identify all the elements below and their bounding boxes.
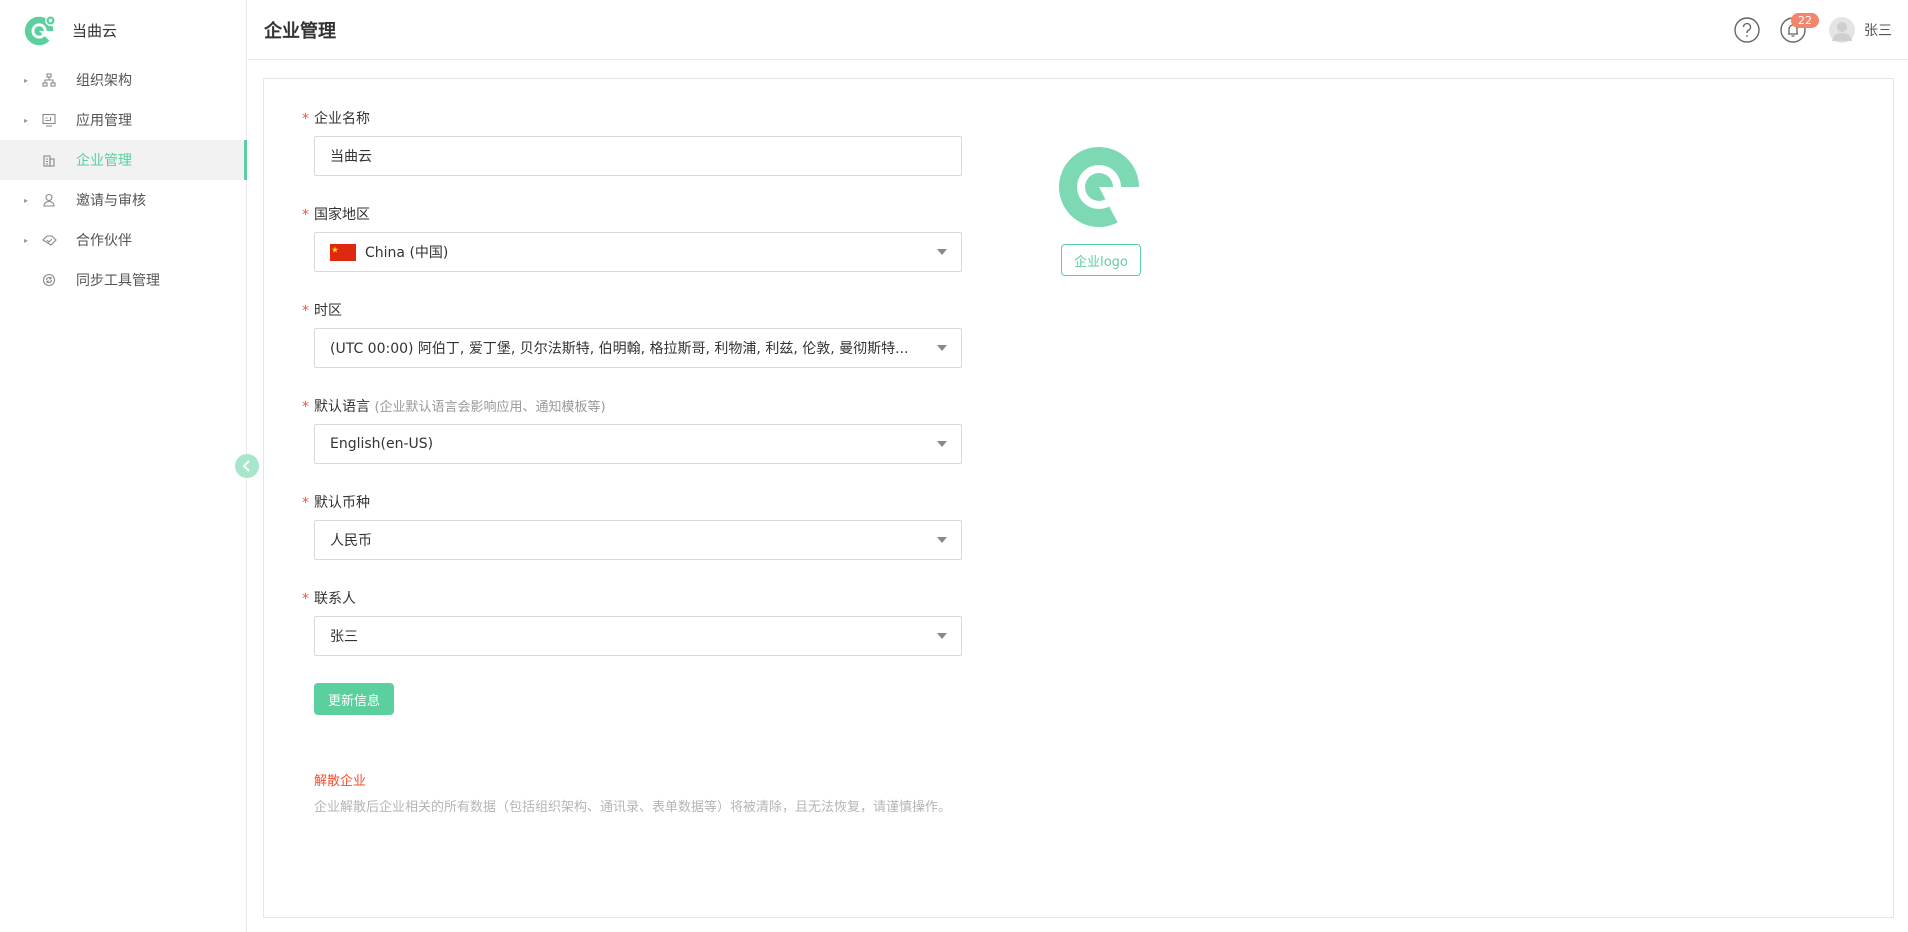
sidebar-item-label: 组织架构 <box>76 73 132 89</box>
caret-right-icon: ▸ <box>23 195 28 205</box>
sidebar-item-label: 合作伙伴 <box>76 233 132 249</box>
sidebar: 当曲云 ▸ 组织架构 ▸ 应用管理 企业管理 ▸ 邀请与审核 ▸ 合作伙伴 同步… <box>0 0 247 932</box>
timezone-select[interactable]: (UTC 00:00) 阿伯丁, 爱丁堡, 贝尔法斯特, 伯明翰, 格拉斯哥, … <box>314 328 962 368</box>
handshake-icon <box>40 231 58 249</box>
company-logo-area: 企业logo <box>1056 145 1146 276</box>
top-header: 企业管理 22 张三 <box>248 0 1908 60</box>
avatar[interactable] <box>1829 17 1855 43</box>
sidebar-item-sync-tools[interactable]: 同步工具管理 <box>0 260 246 300</box>
field-contact: * 联系人 张三 <box>302 589 962 656</box>
dissolve-company-link[interactable]: 解散企业 <box>314 770 366 789</box>
currency-select[interactable]: 人民币 <box>314 520 962 560</box>
dropdown-arrow-icon <box>937 441 947 447</box>
caret-right-icon: ▸ <box>23 115 28 125</box>
sidebar-item-partners[interactable]: ▸ 合作伙伴 <box>0 220 246 260</box>
page-title: 企业管理 <box>264 20 336 42</box>
china-flag-icon <box>330 243 356 261</box>
caret-right-icon: ▸ <box>23 235 28 245</box>
dropdown-arrow-icon <box>937 345 947 351</box>
contact-select[interactable]: 张三 <box>314 616 962 656</box>
company-form: * 企业名称 当曲云 * 国家地区 China (中国) * 时区 (UTC 00:0… <box>302 109 962 715</box>
danger-zone: 解散企业 企业解散后企业相关的所有数据（包括组织架构、通讯录、表单数据等）将被清… <box>314 770 951 815</box>
org-chart-icon <box>40 71 58 89</box>
brand[interactable]: 当曲云 <box>0 0 246 60</box>
contact-label: 联系人 <box>314 591 356 607</box>
region-select[interactable]: China (中国) <box>314 232 962 272</box>
brand-logo-icon <box>24 15 56 46</box>
username[interactable]: 张三 <box>1864 20 1892 40</box>
sidebar-item-label: 应用管理 <box>76 113 132 129</box>
sidebar-item-company-management[interactable]: 企业管理 <box>0 140 247 180</box>
building-icon <box>40 151 58 169</box>
sidebar-collapse-button[interactable] <box>235 454 259 478</box>
field-currency: * 默认币种 人民币 <box>302 493 962 560</box>
dissolve-description: 企业解散后企业相关的所有数据（包括组织架构、通讯录、表单数据等）将被清除，且无法… <box>314 800 952 815</box>
dropdown-arrow-icon <box>937 633 947 639</box>
header-actions: 22 张三 <box>1715 0 1892 60</box>
sidebar-menu: ▸ 组织架构 ▸ 应用管理 企业管理 ▸ 邀请与审核 ▸ 合作伙伴 同步工具管理 <box>0 60 247 300</box>
notification-button[interactable]: 22 <box>1779 13 1819 44</box>
app-icon <box>40 111 58 129</box>
caret-right-icon: ▸ <box>23 75 28 85</box>
language-label: 默认语言 <box>314 399 370 415</box>
currency-label: 默认币种 <box>314 495 370 511</box>
dropdown-arrow-icon <box>937 249 947 255</box>
sidebar-item-app-management[interactable]: ▸ 应用管理 <box>0 100 246 140</box>
company-name-label: 企业名称 <box>314 111 370 127</box>
dropdown-arrow-icon <box>937 537 947 543</box>
language-hint: (企业默认语言会影响应用、通知模板等) <box>374 400 606 415</box>
company-logo-image <box>1059 147 1143 229</box>
required-mark: * <box>302 207 309 223</box>
field-company-name: * 企业名称 当曲云 <box>302 109 962 176</box>
required-mark: * <box>302 591 309 607</box>
brand-name: 当曲云 <box>72 21 118 40</box>
company-name-input[interactable]: 当曲云 <box>314 136 962 176</box>
sync-icon <box>40 271 58 289</box>
content-card: * 企业名称 当曲云 * 国家地区 China (中国) * 时区 (UTC 00:0… <box>263 78 1894 918</box>
field-language: * 默认语言 (企业默认语言会影响应用、通知模板等) English(en-US) <box>302 397 962 464</box>
update-info-button[interactable]: 更新信息 <box>314 683 394 715</box>
user-icon <box>40 191 58 209</box>
field-region: * 国家地区 China (中国) <box>302 205 962 272</box>
user-avatar-icon <box>1832 22 1852 41</box>
required-mark: * <box>302 399 309 415</box>
help-icon <box>1734 17 1760 43</box>
notification-badge: 22 <box>1791 13 1819 28</box>
language-select[interactable]: English(en-US) <box>314 424 962 464</box>
sidebar-item-invite-review[interactable]: ▸ 邀请与审核 <box>0 180 246 220</box>
sidebar-item-label: 企业管理 <box>76 153 132 169</box>
sidebar-item-label: 同步工具管理 <box>76 273 160 289</box>
sidebar-item-label: 邀请与审核 <box>76 193 146 209</box>
sidebar-item-org-structure[interactable]: ▸ 组织架构 <box>0 60 246 100</box>
region-label: 国家地区 <box>314 207 370 223</box>
timezone-label: 时区 <box>314 303 342 319</box>
required-mark: * <box>302 303 309 319</box>
help-button[interactable] <box>1733 16 1761 44</box>
required-mark: * <box>302 111 309 127</box>
chevron-left-icon <box>242 460 250 472</box>
field-timezone: * 时区 (UTC 00:00) 阿伯丁, 爱丁堡, 贝尔法斯特, 伯明翰, 格拉… <box>302 301 962 368</box>
company-logo-button[interactable]: 企业logo <box>1061 244 1141 276</box>
required-mark: * <box>302 495 309 511</box>
